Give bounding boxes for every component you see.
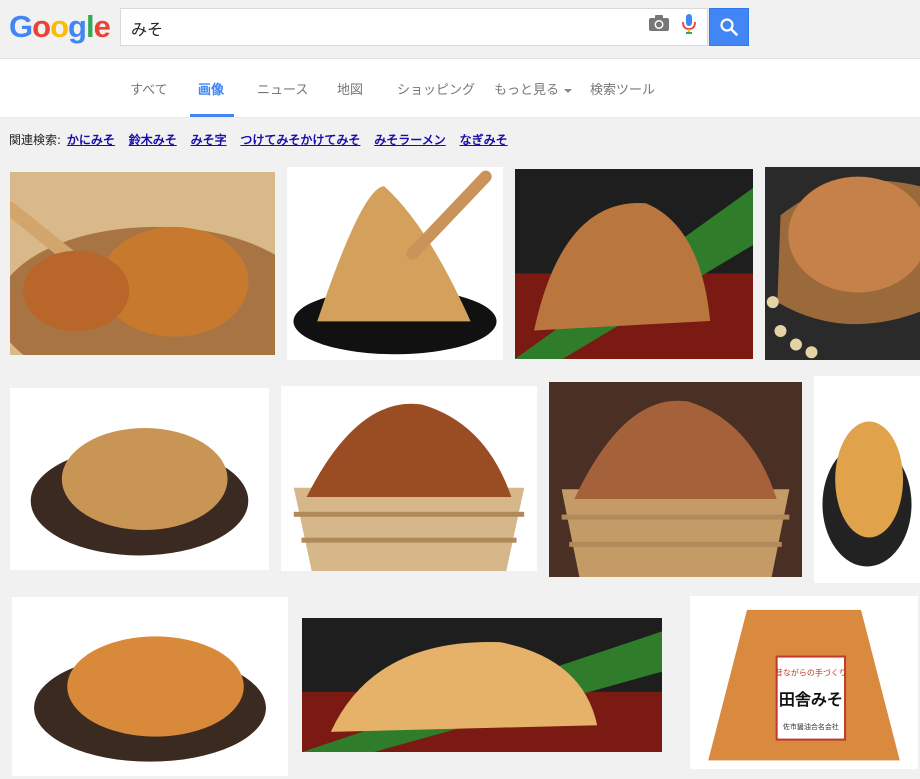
microphone-icon[interactable]: [682, 14, 696, 38]
image-miso-spoon-closeup[interactable]: [10, 172, 275, 355]
image-miso-dark-dish[interactable]: [10, 388, 269, 570]
related-link-kanimiso[interactable]: かにみそ: [67, 133, 115, 147]
svg-text:佐市醤油合名会社: 佐市醤油合名会社: [783, 722, 839, 731]
image-miso-mound-black-plate[interactable]: [287, 167, 503, 360]
logo-letter: o: [50, 9, 69, 44]
image-miso-package[interactable]: 昔ながらの手づくり 田舎みそ 佐市醤油合名会社: [690, 596, 918, 769]
image-miso-dark-dish-graphic: [30, 428, 249, 556]
active-tab-indicator: [190, 114, 234, 117]
logo-letter: o: [32, 9, 51, 44]
svg-text:田舎みそ: 田舎みそ: [779, 690, 843, 709]
image-miso-closeup-partial[interactable]: [814, 376, 920, 583]
image-miso-package-graphic: 昔ながらの手づくり 田舎みそ 佐市醤油合名会社: [708, 609, 900, 761]
tab-more-label: もっと見る: [494, 83, 560, 98]
image-miso-leaf-red-tray-graphic: [515, 188, 753, 359]
image-miso-wooden-tub[interactable]: [281, 386, 537, 571]
image-miso-tub-spoon-dark-graphic: [561, 400, 790, 577]
tab-images[interactable]: 画像: [198, 79, 224, 98]
related-link-suzukimiso[interactable]: 鈴木みそ: [129, 133, 177, 147]
tab-search-tools[interactable]: 検索ツール: [590, 79, 655, 98]
chevron-down-icon: [564, 88, 573, 93]
image-miso-brown-plate[interactable]: [12, 597, 288, 776]
image-miso-wooden-tub-graphic: [293, 403, 525, 571]
camera-icon[interactable]: [648, 14, 670, 36]
image-miso-leaf-tray-light-graphic: [302, 631, 662, 752]
related-link-misoramen[interactable]: みそラーメン: [374, 133, 446, 147]
related-searches: 関連検索: かにみそ 鈴木みそ みそ字 つけてみそかけてみそ みそラーメン なぎ…: [9, 131, 508, 148]
related-link-nagimiso[interactable]: なぎみそ: [460, 133, 508, 147]
logo-letter: l: [85, 9, 95, 44]
image-miso-closeup-partial-graphic: [822, 421, 912, 567]
logo-letter: G: [9, 9, 33, 44]
search-button[interactable]: [709, 8, 749, 46]
image-miso-leaf-tray-light[interactable]: [302, 618, 662, 752]
related-link-tsuketemiso[interactable]: つけてみそかけてみそ: [240, 133, 360, 147]
image-miso-bowl-soybeans-graphic: [766, 176, 920, 359]
related-link-misoji[interactable]: みそ字: [191, 133, 227, 147]
image-miso-leaf-red-tray[interactable]: [515, 169, 753, 359]
image-miso-bowl-soybeans[interactable]: [765, 167, 920, 360]
search-tabs-bar: すべて 画像 ニュース 地図 ショッピング もっと見る 検索ツール: [0, 59, 920, 118]
tab-more[interactable]: もっと見る: [494, 79, 573, 98]
tab-shopping[interactable]: ショッピング: [397, 79, 475, 98]
tab-all[interactable]: すべて: [130, 79, 168, 98]
image-miso-brown-plate-graphic: [34, 636, 266, 762]
search-input[interactable]: [129, 15, 633, 41]
search-box: [120, 8, 708, 46]
image-miso-tub-spoon-dark[interactable]: [549, 382, 802, 577]
image-miso-spoon-closeup-graphic: [10, 201, 275, 355]
image-miso-mound-black-plate-graphic: [293, 170, 497, 355]
related-searches-label: 関連検索:: [9, 133, 62, 147]
tab-news[interactable]: ニュース: [257, 79, 308, 98]
logo-letter: e: [93, 9, 111, 44]
logo-letter: g: [68, 9, 87, 44]
top-bar: Google: [0, 0, 920, 59]
google-logo[interactable]: Google: [9, 9, 111, 45]
search-icon: [720, 18, 738, 36]
tab-maps[interactable]: 地図: [337, 79, 363, 98]
svg-text:昔ながらの手づくり: 昔ながらの手づくり: [775, 668, 847, 678]
